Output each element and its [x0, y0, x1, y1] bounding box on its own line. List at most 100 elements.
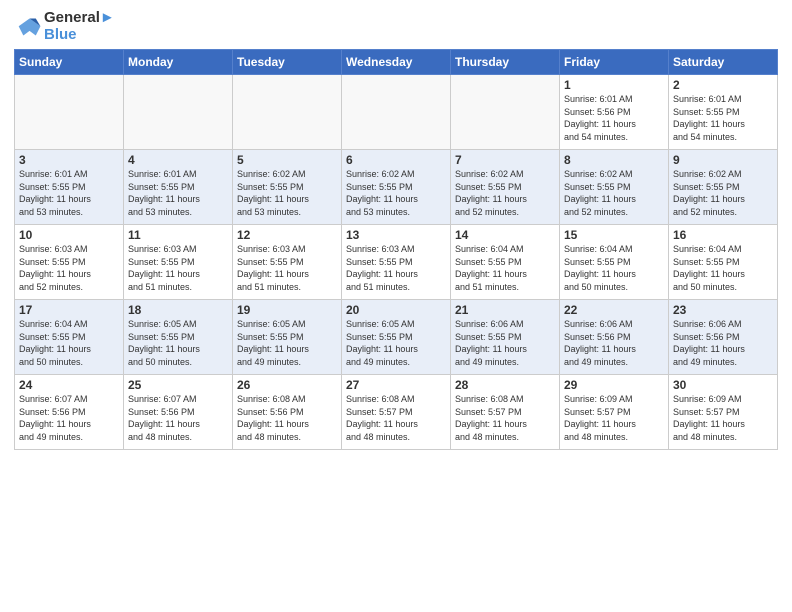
calendar-table: SundayMondayTuesdayWednesdayThursdayFrid… [14, 49, 778, 450]
day-number: 23 [673, 303, 773, 317]
calendar-cell [233, 75, 342, 150]
logo-icon [14, 15, 42, 39]
day-number: 24 [19, 378, 119, 392]
week-row-5: 24Sunrise: 6:07 AMSunset: 5:56 PMDayligh… [15, 375, 778, 450]
calendar-cell: 20Sunrise: 6:05 AMSunset: 5:55 PMDayligh… [342, 300, 451, 375]
week-row-2: 3Sunrise: 6:01 AMSunset: 5:55 PMDaylight… [15, 150, 778, 225]
day-info: Sunrise: 6:03 AMSunset: 5:55 PMDaylight:… [19, 243, 119, 293]
day-number: 6 [346, 153, 446, 167]
day-number: 10 [19, 228, 119, 242]
weekday-header-wednesday: Wednesday [342, 50, 451, 75]
day-info: Sunrise: 6:01 AMSunset: 5:56 PMDaylight:… [564, 93, 664, 143]
calendar-cell: 29Sunrise: 6:09 AMSunset: 5:57 PMDayligh… [560, 375, 669, 450]
calendar-cell: 6Sunrise: 6:02 AMSunset: 5:55 PMDaylight… [342, 150, 451, 225]
day-info: Sunrise: 6:04 AMSunset: 5:55 PMDaylight:… [564, 243, 664, 293]
weekday-header-sunday: Sunday [15, 50, 124, 75]
calendar-cell: 18Sunrise: 6:05 AMSunset: 5:55 PMDayligh… [124, 300, 233, 375]
day-number: 18 [128, 303, 228, 317]
day-number: 11 [128, 228, 228, 242]
weekday-header-row: SundayMondayTuesdayWednesdayThursdayFrid… [15, 50, 778, 75]
day-info: Sunrise: 6:03 AMSunset: 5:55 PMDaylight:… [346, 243, 446, 293]
calendar-cell: 4Sunrise: 6:01 AMSunset: 5:55 PMDaylight… [124, 150, 233, 225]
day-info: Sunrise: 6:02 AMSunset: 5:55 PMDaylight:… [346, 168, 446, 218]
day-number: 14 [455, 228, 555, 242]
day-number: 17 [19, 303, 119, 317]
day-number: 30 [673, 378, 773, 392]
day-number: 5 [237, 153, 337, 167]
week-row-3: 10Sunrise: 6:03 AMSunset: 5:55 PMDayligh… [15, 225, 778, 300]
calendar-cell: 13Sunrise: 6:03 AMSunset: 5:55 PMDayligh… [342, 225, 451, 300]
calendar-cell: 9Sunrise: 6:02 AMSunset: 5:55 PMDaylight… [669, 150, 778, 225]
day-info: Sunrise: 6:01 AMSunset: 5:55 PMDaylight:… [19, 168, 119, 218]
calendar-cell: 14Sunrise: 6:04 AMSunset: 5:55 PMDayligh… [451, 225, 560, 300]
day-info: Sunrise: 6:06 AMSunset: 5:55 PMDaylight:… [455, 318, 555, 368]
day-info: Sunrise: 6:02 AMSunset: 5:55 PMDaylight:… [455, 168, 555, 218]
day-number: 15 [564, 228, 664, 242]
day-number: 29 [564, 378, 664, 392]
calendar-cell: 24Sunrise: 6:07 AMSunset: 5:56 PMDayligh… [15, 375, 124, 450]
day-number: 1 [564, 78, 664, 92]
day-number: 19 [237, 303, 337, 317]
day-info: Sunrise: 6:04 AMSunset: 5:55 PMDaylight:… [455, 243, 555, 293]
calendar-cell: 12Sunrise: 6:03 AMSunset: 5:55 PMDayligh… [233, 225, 342, 300]
weekday-header-friday: Friday [560, 50, 669, 75]
day-info: Sunrise: 6:09 AMSunset: 5:57 PMDaylight:… [673, 393, 773, 443]
day-info: Sunrise: 6:07 AMSunset: 5:56 PMDaylight:… [19, 393, 119, 443]
day-info: Sunrise: 6:02 AMSunset: 5:55 PMDaylight:… [673, 168, 773, 218]
day-number: 9 [673, 153, 773, 167]
day-info: Sunrise: 6:06 AMSunset: 5:56 PMDaylight:… [673, 318, 773, 368]
weekday-header-monday: Monday [124, 50, 233, 75]
calendar-cell: 22Sunrise: 6:06 AMSunset: 5:56 PMDayligh… [560, 300, 669, 375]
calendar-cell: 7Sunrise: 6:02 AMSunset: 5:55 PMDaylight… [451, 150, 560, 225]
calendar-cell: 17Sunrise: 6:04 AMSunset: 5:55 PMDayligh… [15, 300, 124, 375]
day-info: Sunrise: 6:02 AMSunset: 5:55 PMDaylight:… [564, 168, 664, 218]
calendar-cell [342, 75, 451, 150]
day-info: Sunrise: 6:05 AMSunset: 5:55 PMDaylight:… [128, 318, 228, 368]
calendar-cell [15, 75, 124, 150]
logo: General► Blue [14, 10, 115, 43]
calendar-cell: 1Sunrise: 6:01 AMSunset: 5:56 PMDaylight… [560, 75, 669, 150]
calendar-cell: 11Sunrise: 6:03 AMSunset: 5:55 PMDayligh… [124, 225, 233, 300]
weekday-header-saturday: Saturday [669, 50, 778, 75]
day-info: Sunrise: 6:03 AMSunset: 5:55 PMDaylight:… [237, 243, 337, 293]
week-row-4: 17Sunrise: 6:04 AMSunset: 5:55 PMDayligh… [15, 300, 778, 375]
day-info: Sunrise: 6:09 AMSunset: 5:57 PMDaylight:… [564, 393, 664, 443]
day-number: 26 [237, 378, 337, 392]
day-info: Sunrise: 6:04 AMSunset: 5:55 PMDaylight:… [673, 243, 773, 293]
day-number: 12 [237, 228, 337, 242]
calendar-cell: 28Sunrise: 6:08 AMSunset: 5:57 PMDayligh… [451, 375, 560, 450]
day-info: Sunrise: 6:05 AMSunset: 5:55 PMDaylight:… [237, 318, 337, 368]
day-number: 22 [564, 303, 664, 317]
calendar-cell: 26Sunrise: 6:08 AMSunset: 5:56 PMDayligh… [233, 375, 342, 450]
weekday-header-thursday: Thursday [451, 50, 560, 75]
day-info: Sunrise: 6:01 AMSunset: 5:55 PMDaylight:… [128, 168, 228, 218]
calendar-cell: 3Sunrise: 6:01 AMSunset: 5:55 PMDaylight… [15, 150, 124, 225]
day-number: 16 [673, 228, 773, 242]
day-info: Sunrise: 6:02 AMSunset: 5:55 PMDaylight:… [237, 168, 337, 218]
calendar-cell: 10Sunrise: 6:03 AMSunset: 5:55 PMDayligh… [15, 225, 124, 300]
day-number: 8 [564, 153, 664, 167]
calendar-cell: 19Sunrise: 6:05 AMSunset: 5:55 PMDayligh… [233, 300, 342, 375]
day-info: Sunrise: 6:08 AMSunset: 5:57 PMDaylight:… [346, 393, 446, 443]
calendar-cell: 16Sunrise: 6:04 AMSunset: 5:55 PMDayligh… [669, 225, 778, 300]
day-info: Sunrise: 6:05 AMSunset: 5:55 PMDaylight:… [346, 318, 446, 368]
calendar-cell: 30Sunrise: 6:09 AMSunset: 5:57 PMDayligh… [669, 375, 778, 450]
calendar-cell: 15Sunrise: 6:04 AMSunset: 5:55 PMDayligh… [560, 225, 669, 300]
calendar-cell: 25Sunrise: 6:07 AMSunset: 5:56 PMDayligh… [124, 375, 233, 450]
calendar-cell: 5Sunrise: 6:02 AMSunset: 5:55 PMDaylight… [233, 150, 342, 225]
day-info: Sunrise: 6:04 AMSunset: 5:55 PMDaylight:… [19, 318, 119, 368]
day-number: 28 [455, 378, 555, 392]
day-info: Sunrise: 6:07 AMSunset: 5:56 PMDaylight:… [128, 393, 228, 443]
day-number: 21 [455, 303, 555, 317]
day-number: 27 [346, 378, 446, 392]
calendar-cell: 8Sunrise: 6:02 AMSunset: 5:55 PMDaylight… [560, 150, 669, 225]
day-number: 25 [128, 378, 228, 392]
calendar-cell [124, 75, 233, 150]
day-number: 13 [346, 228, 446, 242]
day-info: Sunrise: 6:01 AMSunset: 5:55 PMDaylight:… [673, 93, 773, 143]
day-info: Sunrise: 6:03 AMSunset: 5:55 PMDaylight:… [128, 243, 228, 293]
calendar-cell: 21Sunrise: 6:06 AMSunset: 5:55 PMDayligh… [451, 300, 560, 375]
calendar-cell: 2Sunrise: 6:01 AMSunset: 5:55 PMDaylight… [669, 75, 778, 150]
week-row-1: 1Sunrise: 6:01 AMSunset: 5:56 PMDaylight… [15, 75, 778, 150]
day-number: 20 [346, 303, 446, 317]
